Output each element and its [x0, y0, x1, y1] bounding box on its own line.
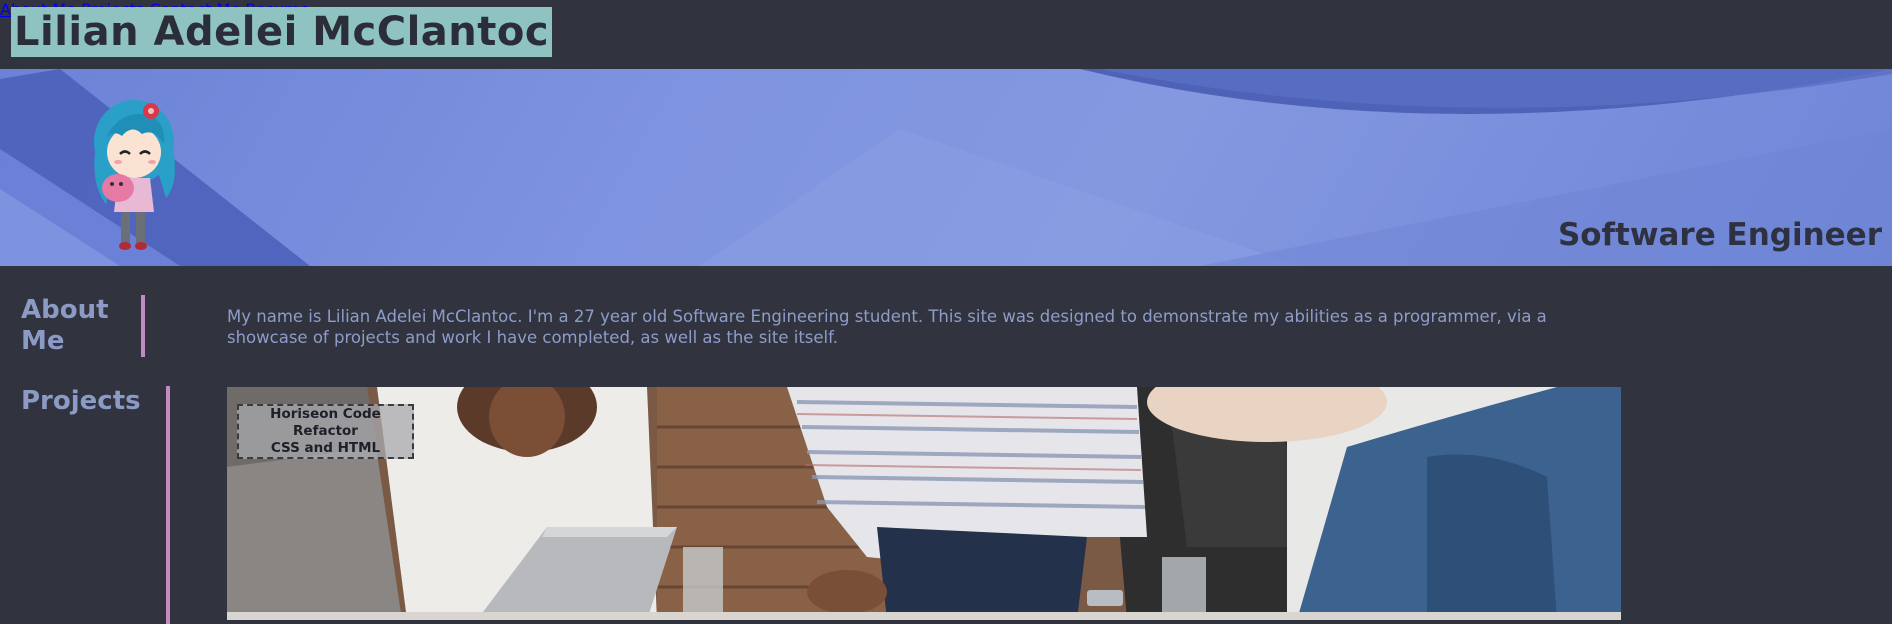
- hero-subtitle: Software Engineer: [1557, 217, 1882, 253]
- projects-section-heading: Projects: [21, 386, 141, 416]
- about-description: My name is Lilian Adelei McClantoc. I'm …: [227, 307, 1547, 347]
- project-subtitle: CSS and HTML: [270, 440, 381, 456]
- project-card[interactable]: Horiseon Code Refactor CSS and HTML: [227, 387, 1621, 620]
- site-title: Lilian Adelei McClantoc: [11, 7, 553, 57]
- project-card-photo: [227, 387, 1621, 620]
- projects-section-divider: [166, 386, 170, 624]
- project-title: Horiseon Code Refactor: [270, 406, 381, 439]
- site-header: Lilian Adelei McClantoc About Me Project…: [0, 0, 1892, 69]
- project-title-label: Horiseon Code Refactor CSS and HTML: [237, 404, 414, 459]
- about-section-heading: About Me: [21, 295, 109, 356]
- about-section-divider: [141, 295, 145, 357]
- hero-banner: Software Engineer: [0, 69, 1892, 266]
